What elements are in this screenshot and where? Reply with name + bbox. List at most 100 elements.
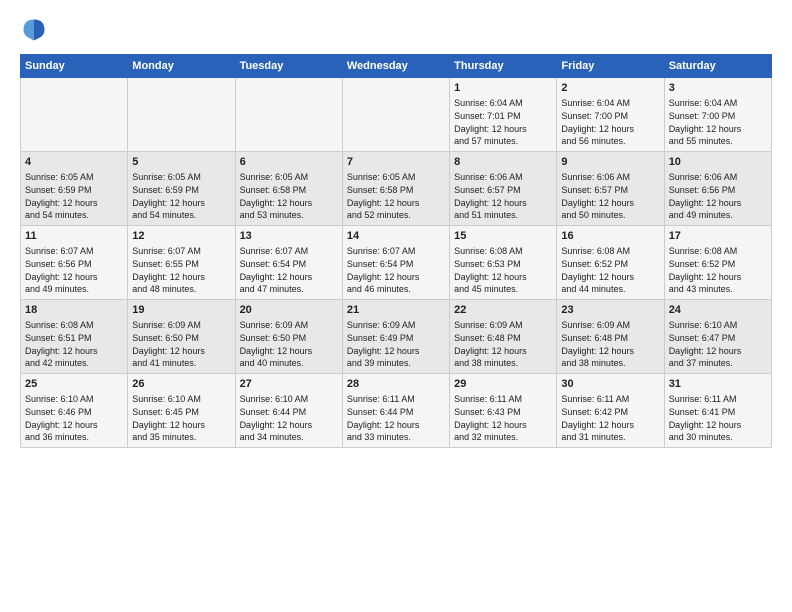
cell-content: Sunrise: 6:10 AM: [669, 319, 767, 332]
cell-content: and 48 minutes.: [132, 283, 230, 296]
day-number: 29: [454, 377, 552, 392]
calendar-cell: 8Sunrise: 6:06 AMSunset: 6:57 PMDaylight…: [450, 152, 557, 226]
calendar-cell: [128, 78, 235, 152]
cell-content: and 40 minutes.: [240, 357, 338, 370]
day-number: 30: [561, 377, 659, 392]
cell-content: Sunrise: 6:11 AM: [454, 393, 552, 406]
cell-content: and 49 minutes.: [25, 283, 123, 296]
cell-content: Daylight: 12 hours: [454, 271, 552, 284]
cell-content: and 57 minutes.: [454, 135, 552, 148]
cell-content: Sunrise: 6:04 AM: [454, 97, 552, 110]
cell-content: Sunrise: 6:07 AM: [240, 245, 338, 258]
calendar-cell: 13Sunrise: 6:07 AMSunset: 6:54 PMDayligh…: [235, 226, 342, 300]
cell-content: Daylight: 12 hours: [132, 419, 230, 432]
cell-content: Sunset: 7:00 PM: [561, 110, 659, 123]
cell-content: Sunset: 6:58 PM: [240, 184, 338, 197]
cell-content: Sunrise: 6:11 AM: [669, 393, 767, 406]
cell-content: and 31 minutes.: [561, 431, 659, 444]
day-number: 18: [25, 303, 123, 318]
cell-content: Daylight: 12 hours: [25, 345, 123, 358]
day-number: 13: [240, 229, 338, 244]
calendar-cell: 16Sunrise: 6:08 AMSunset: 6:52 PMDayligh…: [557, 226, 664, 300]
calendar-cell: 18Sunrise: 6:08 AMSunset: 6:51 PMDayligh…: [21, 300, 128, 374]
cell-content: Sunset: 6:51 PM: [25, 332, 123, 345]
cell-content: Daylight: 12 hours: [561, 123, 659, 136]
cell-content: and 39 minutes.: [347, 357, 445, 370]
day-number: 3: [669, 81, 767, 96]
cell-content: Daylight: 12 hours: [561, 197, 659, 210]
cell-content: Sunrise: 6:07 AM: [25, 245, 123, 258]
cell-content: Sunrise: 6:11 AM: [347, 393, 445, 406]
cell-content: Daylight: 12 hours: [669, 197, 767, 210]
header-cell-monday: Monday: [128, 55, 235, 78]
day-number: 14: [347, 229, 445, 244]
cell-content: Daylight: 12 hours: [454, 197, 552, 210]
cell-content: Sunrise: 6:09 AM: [561, 319, 659, 332]
day-number: 4: [25, 155, 123, 170]
cell-content: and 36 minutes.: [25, 431, 123, 444]
cell-content: Sunrise: 6:11 AM: [561, 393, 659, 406]
cell-content: and 49 minutes.: [669, 209, 767, 222]
calendar-cell: 2Sunrise: 6:04 AMSunset: 7:00 PMDaylight…: [557, 78, 664, 152]
header: [20, 16, 772, 44]
cell-content: Sunset: 6:44 PM: [347, 406, 445, 419]
calendar-cell: 9Sunrise: 6:06 AMSunset: 6:57 PMDaylight…: [557, 152, 664, 226]
cell-content: Sunrise: 6:06 AM: [454, 171, 552, 184]
cell-content: Daylight: 12 hours: [132, 271, 230, 284]
cell-content: Sunrise: 6:04 AM: [669, 97, 767, 110]
logo: [20, 16, 52, 44]
cell-content: Sunset: 6:50 PM: [132, 332, 230, 345]
week-row-3: 11Sunrise: 6:07 AMSunset: 6:56 PMDayligh…: [21, 226, 772, 300]
header-cell-saturday: Saturday: [664, 55, 771, 78]
logo-icon: [20, 16, 48, 44]
cell-content: Sunset: 6:46 PM: [25, 406, 123, 419]
cell-content: Sunset: 7:01 PM: [454, 110, 552, 123]
day-number: 26: [132, 377, 230, 392]
calendar-cell: 25Sunrise: 6:10 AMSunset: 6:46 PMDayligh…: [21, 374, 128, 448]
day-number: 5: [132, 155, 230, 170]
calendar-cell: 15Sunrise: 6:08 AMSunset: 6:53 PMDayligh…: [450, 226, 557, 300]
cell-content: Sunrise: 6:08 AM: [25, 319, 123, 332]
cell-content: Sunset: 6:52 PM: [561, 258, 659, 271]
cell-content: Sunrise: 6:08 AM: [561, 245, 659, 258]
day-number: 15: [454, 229, 552, 244]
cell-content: Sunrise: 6:07 AM: [347, 245, 445, 258]
day-number: 17: [669, 229, 767, 244]
cell-content: Sunset: 6:44 PM: [240, 406, 338, 419]
cell-content: Daylight: 12 hours: [561, 271, 659, 284]
cell-content: Sunrise: 6:05 AM: [240, 171, 338, 184]
day-number: 23: [561, 303, 659, 318]
cell-content: Sunset: 6:57 PM: [454, 184, 552, 197]
calendar-cell: 31Sunrise: 6:11 AMSunset: 6:41 PMDayligh…: [664, 374, 771, 448]
calendar-table: SundayMondayTuesdayWednesdayThursdayFrid…: [20, 54, 772, 448]
cell-content: Sunrise: 6:09 AM: [132, 319, 230, 332]
calendar-cell: 19Sunrise: 6:09 AMSunset: 6:50 PMDayligh…: [128, 300, 235, 374]
cell-content: Daylight: 12 hours: [454, 419, 552, 432]
cell-content: Daylight: 12 hours: [347, 419, 445, 432]
cell-content: and 34 minutes.: [240, 431, 338, 444]
cell-content: Sunrise: 6:05 AM: [25, 171, 123, 184]
calendar-cell: [235, 78, 342, 152]
day-number: 2: [561, 81, 659, 96]
day-number: 27: [240, 377, 338, 392]
calendar-cell: 28Sunrise: 6:11 AMSunset: 6:44 PMDayligh…: [342, 374, 449, 448]
cell-content: and 50 minutes.: [561, 209, 659, 222]
calendar-cell: 27Sunrise: 6:10 AMSunset: 6:44 PMDayligh…: [235, 374, 342, 448]
cell-content: Sunrise: 6:05 AM: [132, 171, 230, 184]
header-cell-tuesday: Tuesday: [235, 55, 342, 78]
cell-content: Daylight: 12 hours: [669, 345, 767, 358]
cell-content: and 53 minutes.: [240, 209, 338, 222]
cell-content: and 46 minutes.: [347, 283, 445, 296]
day-number: 8: [454, 155, 552, 170]
cell-content: Sunset: 6:48 PM: [454, 332, 552, 345]
cell-content: and 52 minutes.: [347, 209, 445, 222]
cell-content: and 56 minutes.: [561, 135, 659, 148]
cell-content: Daylight: 12 hours: [132, 197, 230, 210]
cell-content: Daylight: 12 hours: [240, 345, 338, 358]
day-number: 6: [240, 155, 338, 170]
calendar-cell: 23Sunrise: 6:09 AMSunset: 6:48 PMDayligh…: [557, 300, 664, 374]
day-number: 22: [454, 303, 552, 318]
cell-content: and 30 minutes.: [669, 431, 767, 444]
calendar-cell: [21, 78, 128, 152]
day-number: 28: [347, 377, 445, 392]
